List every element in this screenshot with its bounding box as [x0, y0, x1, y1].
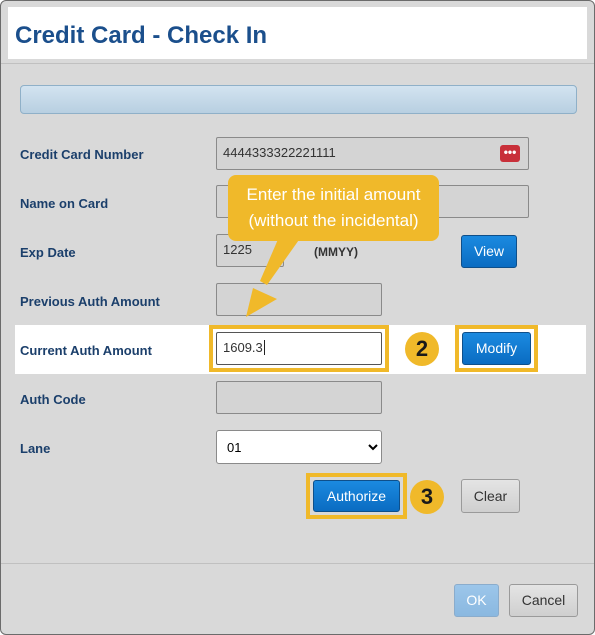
ok-button[interactable]: OK [454, 584, 499, 617]
cancel-button[interactable]: Cancel [509, 584, 578, 617]
instruction-callout: Enter the initial amount (without the in… [228, 175, 439, 241]
callout-line-1: Enter the initial amount [246, 185, 421, 204]
callout-arrow [246, 237, 301, 317]
callout-line-2: (without the incidental) [248, 211, 419, 230]
footer-divider [1, 563, 594, 564]
credit-card-dialog: Credit Card - Check In Credit Card Numbe… [0, 0, 595, 635]
